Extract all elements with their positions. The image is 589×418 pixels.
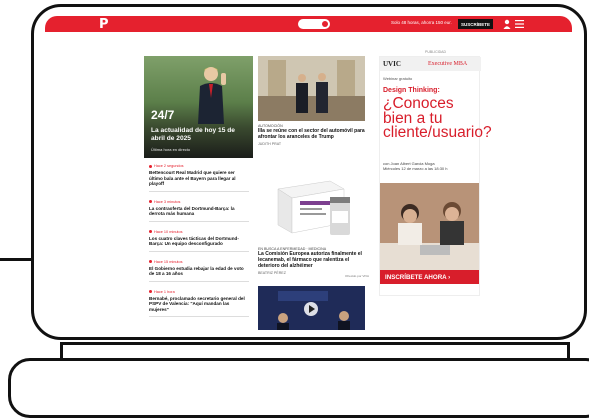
live-dot-icon [149, 290, 152, 293]
news-time-text: Hace 10 minutos [154, 229, 183, 234]
user-icon[interactable] [503, 19, 511, 29]
ad-people-image [380, 183, 479, 280]
hero-photo-figure [198, 67, 226, 124]
medicine-box-image [277, 180, 350, 235]
latest-news-list: Hace 2 segundos Bettencourt Real Madrid … [149, 164, 249, 325]
register-button[interactable]: INSCRÍBETE AHORA › [380, 270, 479, 284]
laptop-hinge [60, 342, 570, 345]
story-1[interactable]: AUTOMOCIÓN Illa se reúne con el sector d… [258, 124, 365, 146]
news-time: Hace 15 minutos [149, 260, 249, 264]
list-item[interactable]: Hace 15 minutos El Gobierno estudia reba… [149, 260, 249, 282]
ad-webinar: Webinar gratuito [383, 76, 413, 81]
news-time-text: Hace 2 segundos [154, 164, 184, 168]
story-author: JUDITH PRAT [258, 142, 282, 146]
news-time: Hace 1 hora [149, 290, 249, 294]
ad-speaker: con Joan Albert Garcia Moga Miércoles 12… [383, 161, 481, 171]
ad-program: Executive MBA [428, 61, 468, 67]
news-time-text: Hace 1 hora [154, 289, 175, 294]
list-item[interactable]: Hace 2 segundos Bettencourt Real Madrid … [149, 164, 249, 192]
sponsored-label: Ofrecido por VIVA [345, 274, 369, 278]
live-dot-icon [149, 230, 152, 233]
hero-story[interactable]: 24/7 La actualidad de hoy 15 de abril de… [144, 56, 253, 158]
story-photo-medicine[interactable] [270, 171, 360, 243]
list-item[interactable]: Hace 10 minutos Los cuatro claves táctic… [149, 230, 249, 252]
laptop-screen: P Solo 48 horas, ahorra 150 eur. SUSCRÍB… [45, 16, 572, 330]
ad-photo [380, 183, 479, 280]
meeting-scene-image [258, 56, 365, 121]
live-dot-icon [149, 164, 152, 168]
hamburger-menu-icon[interactable] [515, 20, 524, 28]
news-headline[interactable]: Bettencourt Real Madrid que quiere ser ú… [149, 170, 249, 187]
ad-brand: UVIC [383, 60, 401, 68]
ad-date: Miércoles 12 de marzo a las 18:30 h [383, 166, 448, 171]
story-2[interactable]: EN BUSCA A ENFERMEDAD · MEDICINA La Comi… [258, 247, 365, 275]
toggle-knob [322, 21, 328, 27]
story-headline[interactable]: Illa se reúne con el sector del automóvi… [258, 128, 365, 140]
ad-question: ¿Conoces bien a tu cliente/usuario? [383, 95, 492, 141]
news-time-text: Hace 3 minutos [154, 199, 181, 204]
hero-live-label: 24/7 [151, 108, 175, 122]
video-thumbnail[interactable] [258, 286, 365, 330]
story-headline[interactable]: La Comisión Europea autoriza finalmente … [258, 251, 365, 269]
advertisement[interactable]: UVIC Executive MBA Webinar gratuito Desi… [379, 56, 492, 296]
news-time: Hace 10 minutos [149, 230, 249, 234]
live-dot-icon [149, 260, 152, 263]
laptop-edge-line [0, 258, 32, 261]
promo-text: Solo 48 horas, ahorra 150 eur. [391, 20, 452, 25]
play-icon[interactable] [304, 302, 318, 316]
ad-label: PUBLICIDAD [425, 50, 447, 54]
site-logo[interactable]: P [99, 17, 109, 32]
laptop-base [8, 358, 589, 418]
news-time: Hace 3 minutos [149, 200, 249, 204]
news-time-text: Hace 15 minutos [154, 259, 183, 264]
site-header: P Solo 48 horas, ahorra 150 eur. SUSCRÍB… [45, 16, 572, 32]
subscribe-button[interactable]: SUSCRÍBETE [458, 19, 494, 29]
news-headline[interactable]: Bernabé, proclamado secretario general d… [149, 296, 249, 313]
hero-title[interactable]: La actualidad de hoy 15 de abril de 2025 [151, 127, 249, 143]
news-headline[interactable]: Los cuatro claves tácticas del Dortmund-… [149, 236, 249, 247]
hero-subtitle: Última hora en directo [151, 147, 191, 152]
news-headline[interactable]: La contraoferta del Dortmund-Barça: la d… [149, 206, 249, 217]
theme-toggle[interactable] [298, 19, 330, 29]
news-headline[interactable]: El Gobierno estudia rebajar la edad de v… [149, 266, 249, 277]
list-item[interactable]: Hace 3 minutos La contraoferta del Dortm… [149, 200, 249, 222]
story-photo-meeting[interactable] [258, 56, 365, 121]
ad-topic: Design Thinking: [383, 87, 440, 94]
live-dot-icon [149, 200, 152, 203]
news-time: Hace 2 segundos [149, 164, 249, 168]
list-item[interactable]: Hace 1 hora Bernabé, proclamado secretar… [149, 290, 249, 317]
